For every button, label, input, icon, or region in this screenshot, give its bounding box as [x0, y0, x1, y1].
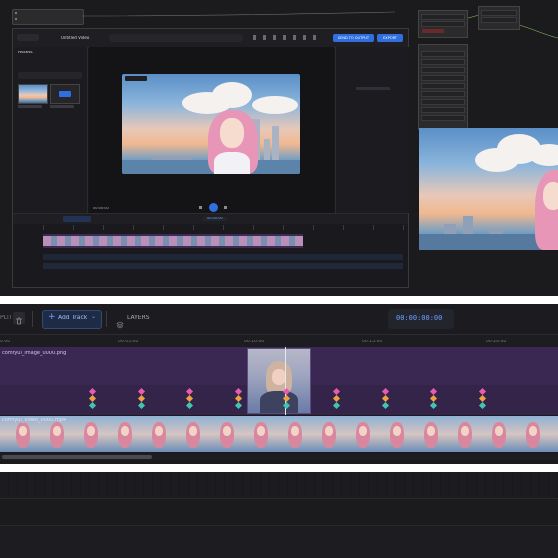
- comfy-node-params[interactable]: [418, 44, 468, 130]
- ruler-label-2: 00:10:00: [244, 340, 265, 344]
- editor-topbar: Untitled Video SEND TO OUTPUT EXPORT: [13, 29, 408, 48]
- timeline-timecode-small: 00:00:00: [203, 217, 227, 221]
- toolbar-icons[interactable]: [253, 35, 323, 40]
- keyframe-diamond[interactable]: [88, 401, 97, 410]
- video-frame-thumb: [510, 416, 545, 452]
- plus-icon: +: [48, 313, 56, 322]
- video-frame-thumb: [306, 416, 341, 452]
- ruler-label-0: 0:00: [0, 340, 11, 344]
- assets-tabs[interactable]: Media Text Effects: [18, 60, 58, 94]
- preview-label: [125, 76, 147, 81]
- keyframe-diamond[interactable]: [381, 401, 390, 410]
- timecode-text: 00:00:00:00: [396, 315, 443, 322]
- timeline-toolbar: 00:00:00: [13, 214, 408, 224]
- scrollbar-thumb[interactable]: [2, 455, 152, 459]
- video-frame-thumb: [68, 416, 103, 452]
- upload-button[interactable]: [18, 72, 82, 79]
- comfy-node-top-right[interactable]: [478, 6, 520, 30]
- asset-thumb-2-badge: [59, 91, 71, 97]
- video-frame-thumb: [340, 416, 375, 452]
- video-frame-thumb: [544, 416, 558, 452]
- keyframe-diamond[interactable]: [478, 401, 487, 410]
- asset-2-caption: [50, 105, 74, 108]
- video-frame-thumb: [136, 416, 171, 452]
- editor-screenshot: Untitled Video SEND TO OUTPUT EXPORT Ass…: [0, 0, 558, 296]
- video-frame-thumb: [408, 416, 443, 452]
- ruler-label-1: 00:05:00: [118, 340, 139, 344]
- video-track-label: comfyui_video_0000.mp4: [2, 418, 67, 423]
- asset-thumb-2[interactable]: [50, 84, 80, 104]
- horizontal-scrollbar[interactable]: [0, 454, 558, 460]
- timeline-ruler: 0:00 00:05:00 00:10:00 00:15:00 00:20:00: [0, 334, 558, 347]
- output-preview-node[interactable]: [419, 128, 558, 250]
- trash-icon[interactable]: [13, 312, 25, 325]
- keyframes: [0, 347, 558, 415]
- keyframe-diamond[interactable]: [332, 401, 341, 410]
- video-frame-thumb: [374, 416, 409, 452]
- cut-button-fragment[interactable]: PLIT: [0, 315, 12, 322]
- zoomed-timeline: PLIT + Add Track ⌄ LAYERS 00:00:00:00 0:…: [0, 304, 558, 464]
- add-track-button[interactable]: + Add Track ⌄: [42, 310, 102, 329]
- app-logo: [17, 34, 39, 41]
- track-audio-small[interactable]: [43, 254, 403, 260]
- keyframe-diamond[interactable]: [185, 401, 194, 410]
- video-thumbnails: [0, 416, 558, 452]
- timeline-ruler: [43, 225, 408, 230]
- timeline: 00:00:00: [13, 213, 408, 287]
- keyframe-diamond[interactable]: [429, 401, 438, 410]
- play-button[interactable]: [209, 203, 218, 212]
- address-bar[interactable]: [109, 34, 243, 42]
- preview-area: 00:00:00: [89, 47, 334, 213]
- video-frame-thumb: [272, 416, 307, 452]
- editor-window: Untitled Video SEND TO OUTPUT EXPORT Ass…: [12, 28, 409, 288]
- bottom-row-2: [0, 499, 558, 526]
- video-frame-thumb: [204, 416, 239, 452]
- properties-panel: [335, 47, 409, 213]
- bottom-row-1: [0, 472, 558, 499]
- keyframe-diamond[interactable]: [137, 401, 146, 410]
- chevron-down-icon: ⌄: [91, 314, 97, 320]
- video-frame-thumb: [102, 416, 137, 452]
- add-track-label: Add Track: [58, 315, 88, 321]
- keyframe-diamond[interactable]: [282, 401, 291, 410]
- time-left: 00:00:00: [93, 207, 109, 210]
- track-video-small[interactable]: [43, 263, 403, 269]
- node-red-button[interactable]: [422, 29, 444, 33]
- comfy-node-upper-right[interactable]: [418, 10, 468, 38]
- video-frame-thumb: [238, 416, 273, 452]
- track-image-small[interactable]: [43, 234, 303, 248]
- video-frame-thumb: [442, 416, 477, 452]
- bottom-row-3: [0, 526, 558, 558]
- add-track-button-small[interactable]: [63, 216, 91, 222]
- image-track[interactable]: comfyui_image_0000.png: [0, 347, 558, 415]
- toolbar-divider: [32, 311, 33, 327]
- video-track[interactable]: comfyui_video_0000.mp4: [0, 416, 558, 452]
- timeline-toolbar: PLIT + Add Track ⌄ LAYERS 00:00:00:00: [0, 304, 558, 334]
- skip-back-icon[interactable]: [199, 206, 202, 209]
- ruler-label-3: 00:15:00: [362, 340, 383, 344]
- assets-panel: Assets Media Text Effects: [13, 47, 88, 213]
- video-frame-thumb: [170, 416, 205, 452]
- layers-icon[interactable]: [116, 314, 124, 329]
- skip-forward-icon[interactable]: [224, 206, 227, 209]
- layers-label[interactable]: LAYERS: [127, 315, 150, 322]
- ruler-label-4: 00:20:00: [486, 340, 507, 344]
- send-to-output-button[interactable]: SEND TO OUTPUT: [333, 34, 374, 42]
- timecode-display: 00:00:00:00: [388, 309, 454, 329]
- toolbar-divider-2: [106, 311, 107, 327]
- keyframe-diamond[interactable]: [234, 401, 243, 410]
- asset-thumb-1[interactable]: [18, 84, 48, 104]
- properties-placeholder: [356, 87, 390, 90]
- assets-title: Assets: [18, 51, 33, 55]
- project-title[interactable]: Untitled Video: [61, 36, 97, 40]
- export-button[interactable]: EXPORT: [377, 34, 403, 42]
- asset-1-caption: [18, 105, 42, 108]
- bottom-grid-panel: [0, 472, 558, 558]
- preview-image[interactable]: [122, 74, 300, 174]
- video-frame-thumb: [476, 416, 511, 452]
